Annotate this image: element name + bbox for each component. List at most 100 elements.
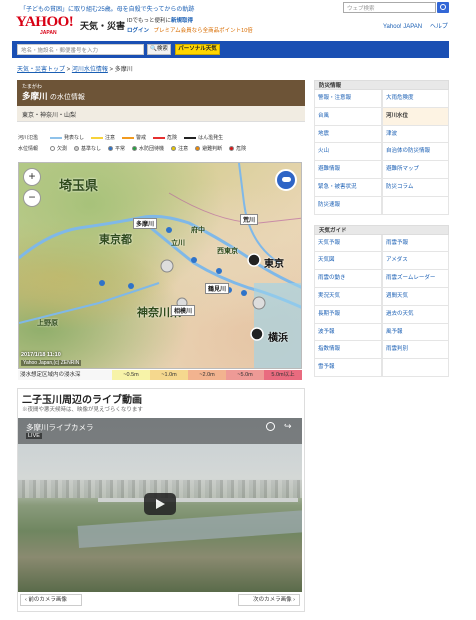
service-name[interactable]: 天気・災害 [80, 19, 125, 32]
share-icon[interactable]: ↪ [284, 421, 292, 432]
live-video-player[interactable]: 多摩川ライブカメラ LIVE ↪ [18, 418, 302, 592]
sidebar-weather-head: 天気ガイド [314, 224, 449, 235]
prev-camera-button[interactable]: ‹ 前のカメラ画像 [20, 594, 82, 606]
sidebar-item[interactable]: 雨雲ズームレーダー [382, 270, 449, 288]
legend-swatch [184, 136, 197, 139]
legend-river-row: 河川氾濫 発表なし 注意 警戒 危険 はん濫発生 [18, 132, 302, 143]
legend-level-label: 水位情報 [18, 145, 39, 152]
sidebar-item[interactable]: 長期予報 [314, 305, 382, 324]
legend-item: 避難判断 [195, 143, 222, 155]
legend-label: 欠測 [57, 145, 68, 152]
id-promo: IDでもっと便利に新規取得 [127, 16, 193, 24]
legend-label: 注意 [178, 145, 189, 152]
legend-swatch [132, 146, 138, 151]
map-label-arakawa[interactable]: 荒川 [240, 214, 259, 225]
video-bridge [98, 498, 298, 502]
legend-item: 注意 [171, 143, 188, 155]
personal-weather-button[interactable]: パーソナル天気 [175, 44, 220, 55]
weather-layer-icon[interactable] [275, 169, 297, 191]
register-link[interactable]: 新規取得 [171, 18, 193, 24]
legend-item: 危険 [229, 143, 246, 155]
yahoo-logo[interactable]: YAHOO! [16, 14, 74, 31]
zoom-in-button[interactable]: + [23, 168, 41, 186]
breadcrumb-item-river[interactable]: 河川水位情報 [72, 67, 108, 73]
flood-depth-legend: 浸水想定区域内の浸水深 ~0.5m ~1.0m ~2.0m ~5.0m 5.0m以上 [18, 370, 302, 380]
map-label-yokohama[interactable]: 横浜 [268, 329, 288, 344]
map-label-tamagawa[interactable]: 多摩川 [133, 218, 158, 229]
river-map[interactable]: + − 埼玉県 東京都 神奈川県 東京 横浜 多摩川 荒川 鶴見川 相模川 西東… [18, 162, 302, 369]
sidebar-item[interactable]: 雨雲の動き [314, 270, 382, 288]
sidebar-item[interactable]: 火山 [314, 143, 382, 162]
login-row: ログイン プレミアム会員なら全商品ポイント10倍 [127, 26, 253, 34]
yahoo-logo-sub: JAPAN [40, 30, 57, 36]
sidebar-item[interactable]: 雨雲判別 [382, 341, 449, 360]
sidebar-item[interactable]: 週間天気 [382, 287, 449, 306]
flood-depth-band: ~1.0m [150, 370, 188, 380]
legend-item: 平常 [108, 143, 125, 155]
map-timestamp: 2017/1/18 11:10 [21, 352, 61, 358]
sidebar-item[interactable]: 緊急・被害状況 [314, 178, 382, 197]
breadcrumb-item-top[interactable]: 天気・災害トップ [17, 67, 65, 73]
sidebar-item[interactable]: 波予報 [314, 323, 382, 342]
map-label-tachikawa: 立川 [171, 240, 185, 247]
map-legend: 河川氾濫 発表なし 注意 警戒 危険 はん濫発生 水位情報 欠測 基準なし 平常 水防団待機 注… [18, 132, 302, 154]
premium-promo[interactable]: プレミアム会員なら全商品ポイント10倍 [154, 28, 253, 34]
sidebar-item[interactable]: 天気予報 [314, 234, 382, 253]
region-label: 東京・神奈川・山梨 [17, 106, 305, 122]
area-search-button[interactable]: 🔍検索 [147, 44, 171, 55]
zoom-out-button[interactable]: − [23, 189, 41, 207]
sidebar-item[interactable]: 過去の天気 [382, 305, 449, 324]
sidebar-item[interactable]: 指数情報 [314, 341, 382, 360]
sidebar-item[interactable]: 実況天気 [314, 287, 382, 306]
watch-later-icon[interactable] [266, 422, 275, 431]
flood-depth-band: ~5.0m [226, 370, 264, 380]
legend-label: 危険 [236, 145, 247, 152]
yahoo-japan-link[interactable]: Yahoo! JAPAN [383, 24, 422, 30]
main-panel: たまがわ 多摩川 の水位情報 東京・神奈川・山梨 [17, 80, 305, 122]
legend-label: 基準なし [81, 145, 102, 152]
sidebar-item[interactable]: 避難情報 [314, 161, 382, 179]
play-button[interactable] [144, 493, 176, 515]
map-label-tokyo-metro: 東京都 [99, 234, 132, 246]
breadcrumb-item-current: 多摩川 [114, 67, 133, 73]
legend-swatch [195, 146, 201, 151]
breadcrumb: 天気・災害トップ > 河川水位情報 > 多摩川 [17, 67, 133, 73]
search-icon[interactable] [437, 2, 449, 13]
sidebar-item[interactable]: 自治体の防災情報 [382, 143, 449, 162]
map-label-saitama: 埼玉県 [59, 178, 99, 193]
sidebar-item[interactable]: 河川水位 [382, 107, 449, 126]
video-camera-name[interactable]: 多摩川ライブカメラ [26, 422, 94, 433]
map-label-fuchu: 府中 [191, 227, 205, 234]
sidebar-item[interactable]: 風予報 [382, 323, 449, 342]
login-link[interactable]: ログイン [127, 28, 149, 34]
map-copyright: Yahoo Japan,(c) ZENRIN [21, 360, 82, 366]
map-label-tsurumi[interactable]: 鶴見川 [205, 283, 230, 294]
news-banner-link[interactable]: 「子どもの貧困」に取り組む25歳。母を自殺で失ってからの軌跡 [20, 4, 194, 13]
video-river [77, 510, 302, 548]
page-title-suffix: の水位情報 [49, 94, 85, 101]
legend-item: 基準なし [74, 143, 101, 155]
next-camera-button[interactable]: 次のカメラ画像 › [238, 594, 300, 606]
sidebar-item[interactable]: 大雨危険度 [382, 90, 449, 108]
area-search-input[interactable]: 地名・施設名・郵便番号を入力 [17, 44, 144, 55]
sidebar-item[interactable]: 避難所マップ [382, 161, 449, 179]
sidebar-item[interactable]: 津波 [382, 125, 449, 144]
web-search-input[interactable]: ウェブ検索 [343, 2, 436, 13]
sidebar-item[interactable]: 地震 [314, 125, 382, 144]
sidebar-item[interactable]: 台風 [314, 107, 382, 126]
sidebar-item[interactable]: 防災速報 [314, 196, 382, 215]
sidebar-item[interactable]: アメダス [382, 252, 449, 271]
flood-depth-band: 5.0m以上 [264, 370, 302, 380]
sidebar-item[interactable]: 警報・注意報 [314, 90, 382, 108]
map-label-tokyo[interactable]: 東京 [264, 255, 284, 270]
sidebar-item[interactable]: 雨雲予報 [382, 234, 449, 253]
map-label-sagami[interactable]: 相模川 [171, 305, 196, 316]
map-label-ueno: 上野原 [37, 320, 58, 327]
help-link[interactable]: ヘルプ [430, 24, 448, 30]
flood-depth-band: ~2.0m [188, 370, 226, 380]
sidebar-item[interactable]: 防災コラム [382, 178, 449, 197]
legend-swatch [50, 146, 55, 151]
sidebar-item[interactable]: 雪予報 [314, 359, 382, 377]
sidebar-disaster-grid: 警報・注意報 大雨危険度 台風 河川水位 地震 津波 火山 自治体の防災情報 避難情報 避難所マッ… [314, 90, 449, 215]
sidebar-item[interactable]: 天気図 [314, 252, 382, 271]
